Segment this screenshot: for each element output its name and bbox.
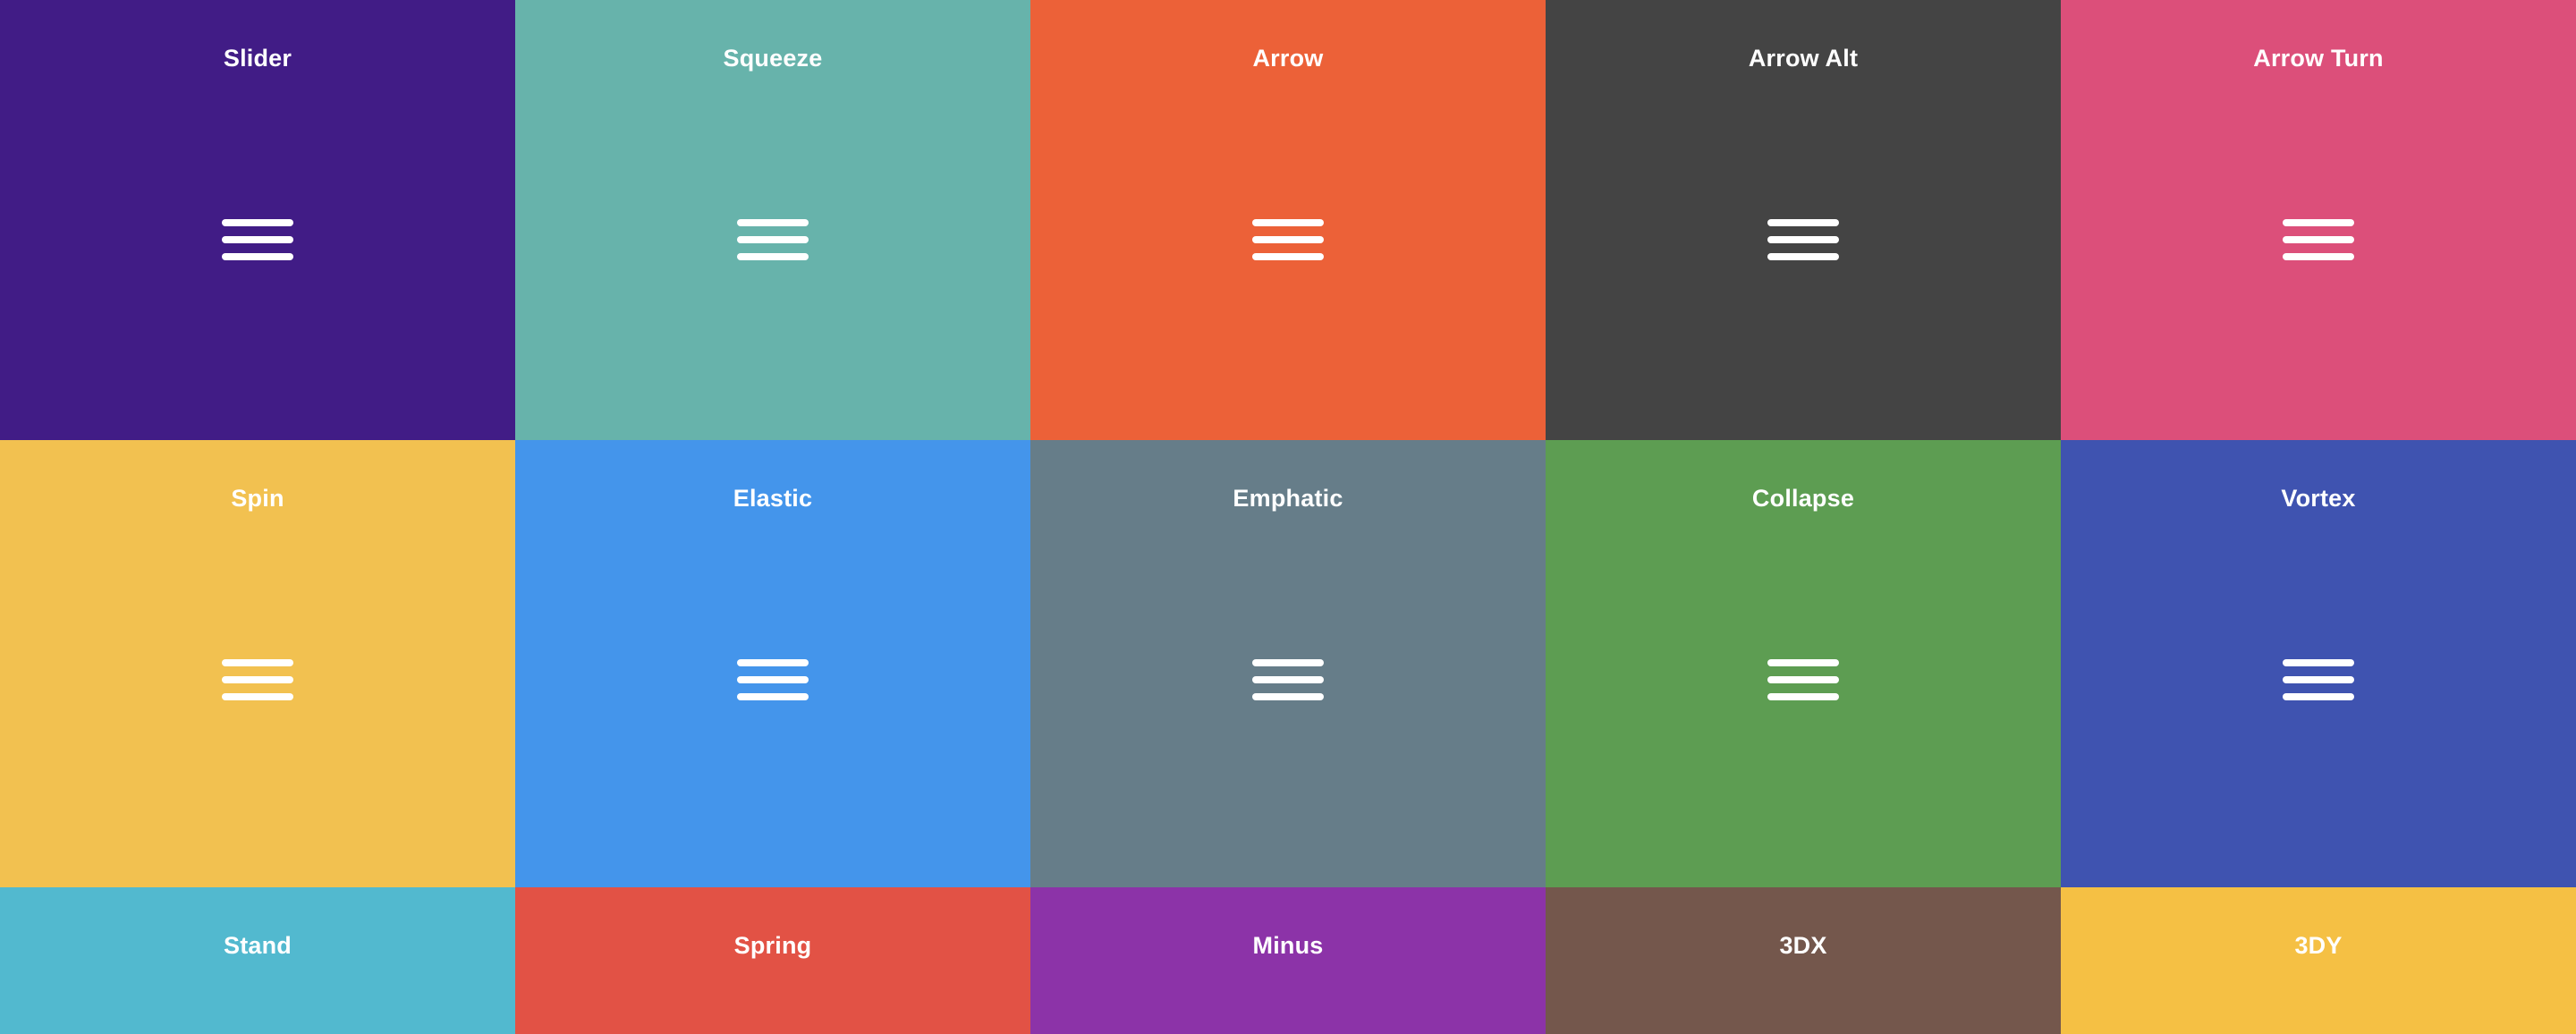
tile-title: Arrow Turn bbox=[2253, 45, 2384, 72]
tile-elastic: Elastic bbox=[515, 440, 1030, 887]
tile-collapse: Collapse bbox=[1546, 440, 2061, 887]
tile-title: Minus bbox=[1252, 932, 1324, 959]
hamburger-bar bbox=[1767, 693, 1839, 700]
hamburger-bar bbox=[737, 236, 809, 243]
hamburger-bar bbox=[222, 693, 293, 700]
tile-title: Vortex bbox=[2281, 485, 2356, 512]
hamburger-icon[interactable] bbox=[1252, 219, 1324, 264]
tile-spring: Spring bbox=[515, 887, 1030, 1034]
hamburger-icon[interactable] bbox=[737, 659, 809, 704]
hamburger-bar bbox=[2283, 219, 2354, 226]
hamburger-bar bbox=[1767, 236, 1839, 243]
hamburger-bar bbox=[737, 219, 809, 226]
hamburger-icon[interactable] bbox=[737, 219, 809, 264]
tile-arrow: Arrow bbox=[1030, 0, 1546, 440]
tile-title: Arrow bbox=[1252, 45, 1324, 72]
hamburger-bar bbox=[1252, 676, 1324, 683]
hamburger-icon[interactable] bbox=[2283, 219, 2354, 264]
hamburger-icon[interactable] bbox=[1767, 219, 1839, 264]
hamburger-bar bbox=[1252, 236, 1324, 243]
hamburger-icon[interactable] bbox=[1767, 659, 1839, 704]
hamburger-bar bbox=[2283, 676, 2354, 683]
tile-title: Collapse bbox=[1751, 485, 1855, 512]
hamburger-bar bbox=[222, 236, 293, 243]
hamburger-bar bbox=[222, 253, 293, 260]
hamburger-bar bbox=[1252, 253, 1324, 260]
hamburger-icon[interactable] bbox=[1252, 659, 1324, 704]
hamburger-bar bbox=[2283, 253, 2354, 260]
hamburger-bar bbox=[222, 659, 293, 666]
hamburger-bar bbox=[737, 676, 809, 683]
tile-arrow-turn: Arrow Turn bbox=[2061, 0, 2576, 440]
tile-title: 3DX bbox=[1779, 932, 1827, 959]
tile-title: 3DY bbox=[2294, 932, 2343, 959]
tile-vortex: Vortex bbox=[2061, 440, 2576, 887]
tile-title: Spring bbox=[733, 932, 812, 959]
tile-spin: Spin bbox=[0, 440, 515, 887]
tile-title: Squeeze bbox=[723, 45, 823, 72]
hamburger-bar bbox=[1252, 693, 1324, 700]
hamburger-icon[interactable] bbox=[222, 219, 293, 264]
tile-title: Emphatic bbox=[1233, 485, 1343, 512]
hamburger-bar bbox=[737, 253, 809, 260]
hamburger-bar bbox=[737, 693, 809, 700]
hamburger-bar bbox=[2283, 693, 2354, 700]
hamburger-bar bbox=[222, 676, 293, 683]
hamburger-icon[interactable] bbox=[222, 659, 293, 704]
hamburger-bar bbox=[1767, 676, 1839, 683]
tile-squeeze: Squeeze bbox=[515, 0, 1030, 440]
tile-arrow-alt: Arrow Alt bbox=[1546, 0, 2061, 440]
tile-3dy: 3DY bbox=[2061, 887, 2576, 1034]
tile-3dx: 3DX bbox=[1546, 887, 2061, 1034]
tile-title: Stand bbox=[223, 932, 292, 959]
hamburger-bar bbox=[2283, 236, 2354, 243]
tile-slider: Slider bbox=[0, 0, 515, 440]
tile-title: Spin bbox=[231, 485, 284, 512]
hamburger-bar bbox=[1767, 253, 1839, 260]
tile-title: Arrow Alt bbox=[1748, 45, 1859, 72]
hamburger-bar bbox=[737, 659, 809, 666]
hamburger-bar bbox=[1767, 659, 1839, 666]
tile-emphatic: Emphatic bbox=[1030, 440, 1546, 887]
tile-minus: Minus bbox=[1030, 887, 1546, 1034]
hamburger-icon[interactable] bbox=[2283, 659, 2354, 704]
hamburger-bar bbox=[1252, 219, 1324, 226]
tile-title: Elastic bbox=[733, 485, 813, 512]
hamburger-bar bbox=[1252, 659, 1324, 666]
hamburger-bar bbox=[1767, 219, 1839, 226]
hamburger-demo-grid: Slider Squeeze Arrow Arrow Alt Arrow Tur… bbox=[0, 0, 2576, 1034]
hamburger-bar bbox=[2283, 659, 2354, 666]
tile-stand: Stand bbox=[0, 887, 515, 1034]
tile-title: Slider bbox=[223, 45, 292, 72]
hamburger-bar bbox=[222, 219, 293, 226]
